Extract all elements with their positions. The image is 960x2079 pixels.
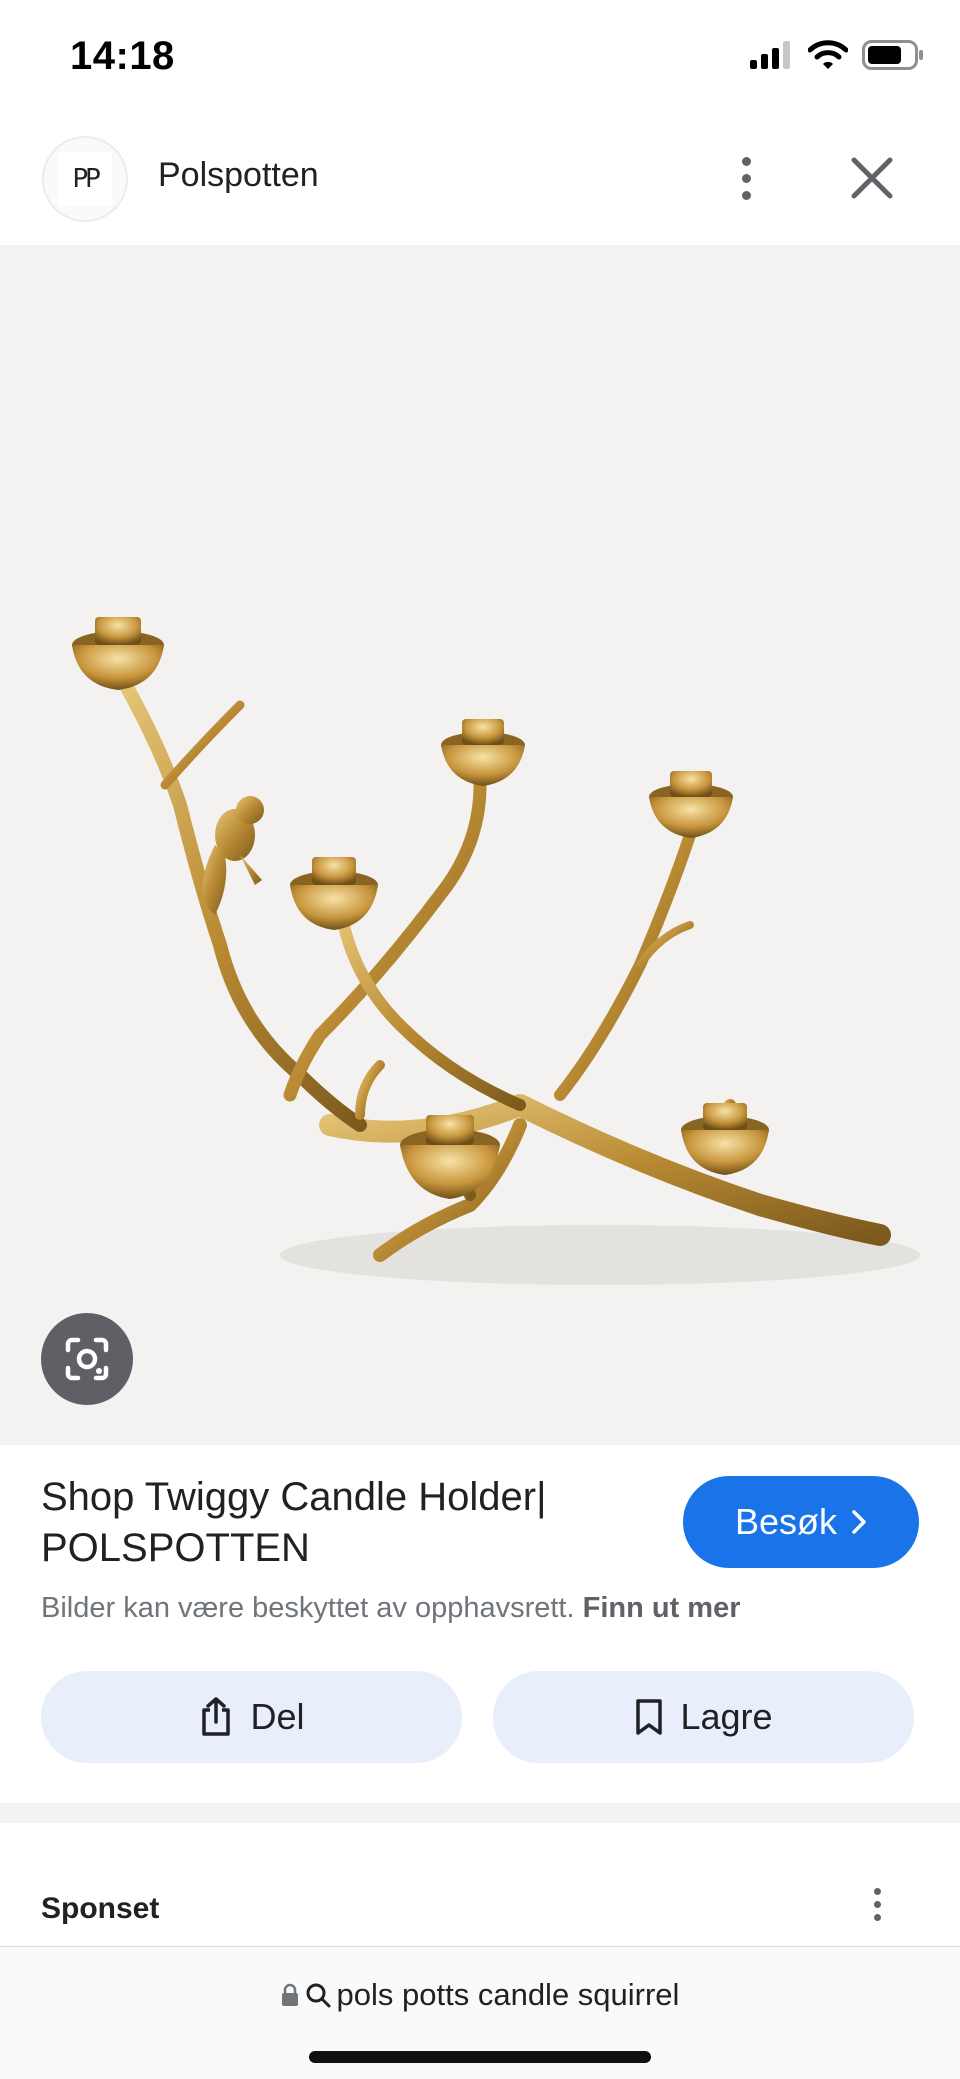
lock-icon — [281, 1983, 298, 2006]
save-label: Lagre — [680, 1696, 773, 1737]
share-button[interactable]: Del — [41, 1671, 462, 1763]
sponsored-more-button[interactable] — [862, 1884, 892, 1924]
site-logo-text: PP — [58, 152, 112, 206]
visit-label: Besøk — [734, 1501, 838, 1542]
chevron-right-icon — [852, 1510, 866, 1534]
share-icon — [202, 1697, 231, 1736]
cellular-signal-icon — [750, 41, 790, 69]
bookmark-icon — [636, 1699, 663, 1735]
sponsored-heading: Sponset — [41, 1892, 160, 1925]
wifi-icon — [808, 40, 848, 69]
more-vert-icon — [873, 1887, 881, 1895]
site-logo[interactable]: PP — [42, 136, 128, 222]
result-title[interactable]: Shop Twiggy Candle Holder| POLSPOTTEN — [41, 1472, 641, 1574]
share-label: Del — [250, 1696, 305, 1737]
save-button[interactable]: Lagre — [493, 1671, 914, 1763]
copyright-text: Bilder kan være beskyttet av opphavsrett… — [41, 1592, 575, 1624]
search-query: pols potts candle squirrel — [336, 1977, 680, 2012]
status-bar: 14:18 — [0, 0, 960, 118]
more-vert-icon — [741, 156, 751, 166]
status-time: 14:18 — [70, 34, 175, 78]
home-indicator[interactable] — [309, 2051, 651, 2063]
google-lens-icon — [65, 1337, 109, 1381]
squirrel-figure — [202, 796, 264, 915]
more-options-button[interactable] — [722, 150, 770, 206]
result-header: PP Polspotten — [0, 130, 960, 245]
battery-icon — [862, 40, 923, 70]
search-icon — [306, 1983, 331, 2008]
site-name[interactable]: Polspotten — [158, 156, 319, 195]
learn-more-link[interactable]: Finn ut mer — [583, 1592, 741, 1624]
address-bar-content[interactable]: pols potts candle squirrel — [0, 1977, 960, 2013]
google-lens-button[interactable] — [41, 1313, 133, 1405]
close-icon[interactable] — [844, 150, 900, 206]
product-image-area[interactable] — [0, 245, 960, 1445]
section-divider — [0, 1803, 960, 1823]
visit-button[interactable]: Besøk — [683, 1476, 919, 1568]
address-bar[interactable]: pols potts candle squirrel — [0, 1946, 960, 2079]
candle-holder-image — [72, 617, 920, 1285]
status-icons — [750, 40, 924, 70]
copyright-notice: Bilder kan være beskyttet av opphavsrett… — [41, 1592, 741, 1625]
